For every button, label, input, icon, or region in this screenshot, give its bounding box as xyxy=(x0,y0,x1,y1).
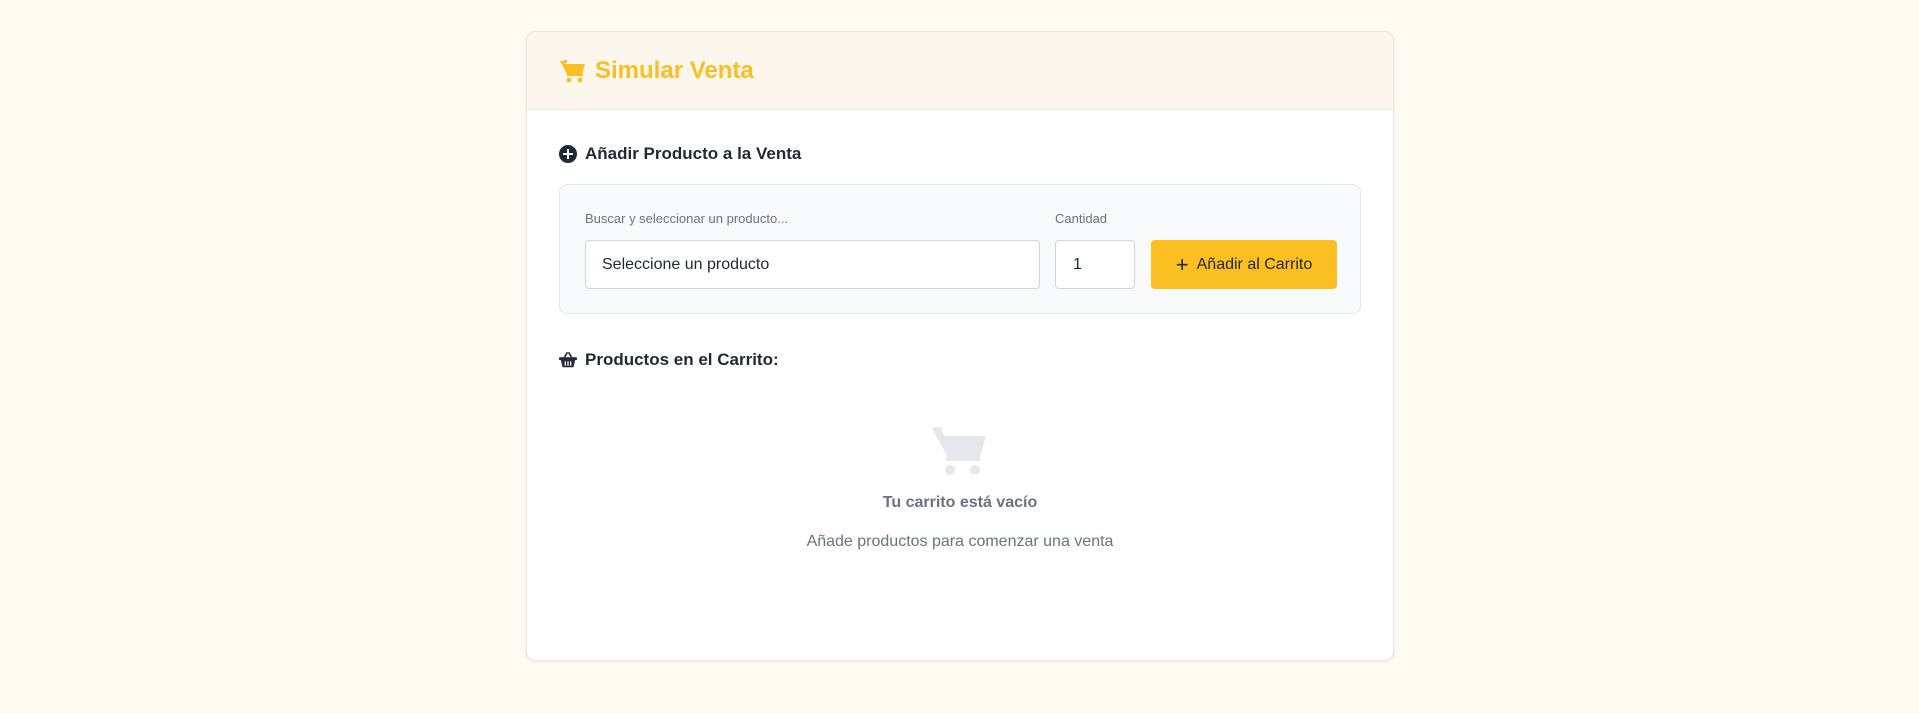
empty-cart-icon xyxy=(932,426,988,476)
cart-heading: Productos en el Carrito: xyxy=(559,350,1361,370)
card-header: Simular Venta xyxy=(527,32,1393,110)
empty-cart-state: Tu carrito está vacío Añade productos pa… xyxy=(559,426,1361,551)
add-to-cart-label: Añadir al Carrito xyxy=(1196,255,1313,273)
cart-heading-text: Productos en el Carrito: xyxy=(585,350,779,369)
quantity-label: Cantidad xyxy=(1055,211,1108,226)
plus-icon: + xyxy=(1175,251,1189,277)
empty-cart-title: Tu carrito está vacío xyxy=(882,494,1038,511)
add-to-cart-button[interactable]: + Añadir al Carrito xyxy=(1151,240,1337,289)
product-select-value: Seleccione un producto xyxy=(602,255,770,273)
add-product-heading: Añadir Producto a la Venta xyxy=(559,144,1361,164)
plus-circle-icon xyxy=(559,145,577,163)
shopping-cart-icon xyxy=(559,59,587,83)
card-body: Añadir Producto a la Venta Buscar y sele… xyxy=(527,110,1393,551)
basket-icon xyxy=(559,351,577,369)
add-product-heading-text: Añadir Producto a la Venta xyxy=(585,144,802,163)
product-search-label: Buscar y seleccionar un producto... xyxy=(585,211,789,226)
sale-simulator-card: Simular Venta Añadir Producto a la Venta… xyxy=(526,31,1394,661)
quantity-input[interactable]: 1 xyxy=(1055,240,1135,289)
quantity-value: 1 xyxy=(1073,255,1082,273)
add-product-panel: Buscar y seleccionar un producto... Cant… xyxy=(559,184,1361,314)
product-select[interactable]: Seleccione un producto xyxy=(585,240,1040,289)
empty-cart-subtitle: Añade productos para comenzar una venta xyxy=(806,533,1114,550)
page-title: Simular Venta xyxy=(595,56,754,84)
